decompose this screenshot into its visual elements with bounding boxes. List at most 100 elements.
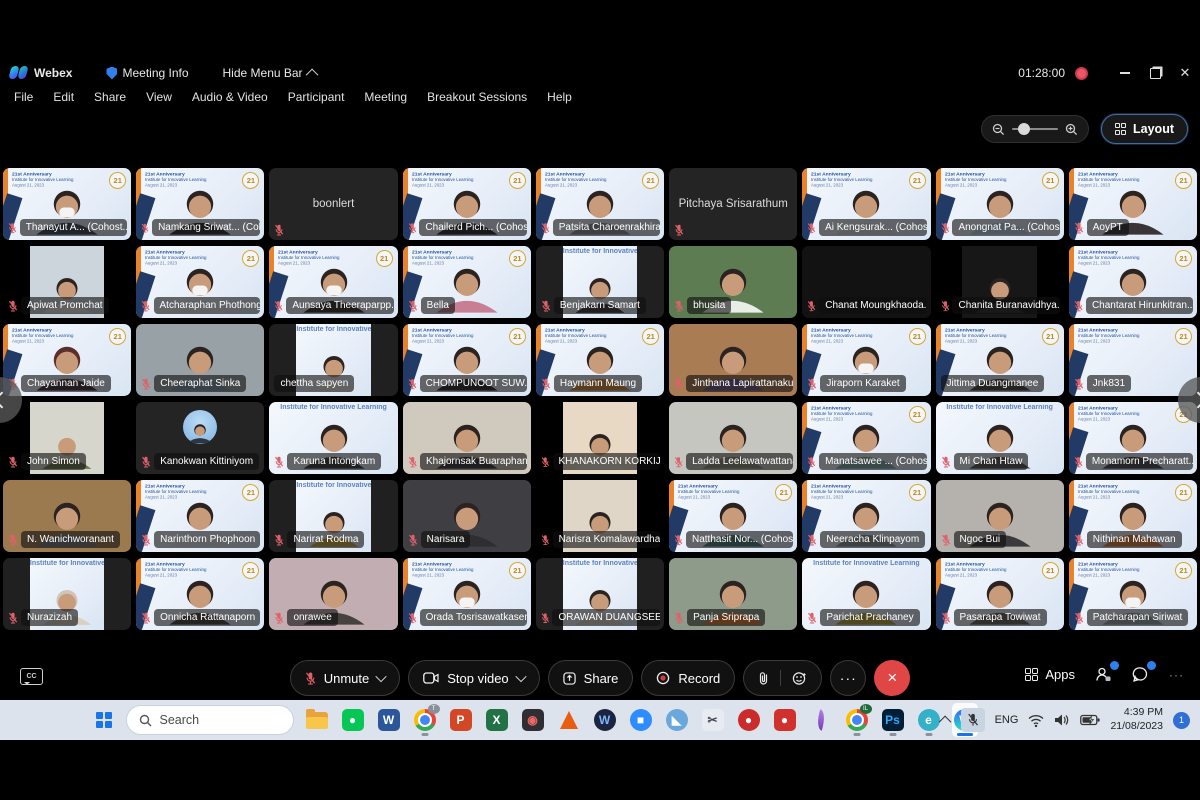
close-window-button[interactable]: ✕ (1170, 61, 1200, 85)
language-indicator[interactable]: ENG (995, 714, 1019, 726)
participant-tile[interactable]: 21st AnniversaryInstitute for Innovative… (536, 168, 664, 240)
chat-panel-button[interactable] (1132, 666, 1149, 683)
leave-meeting-button[interactable]: × (874, 660, 910, 696)
record-button[interactable]: Record (641, 660, 735, 696)
menu-edit[interactable]: Edit (43, 88, 84, 106)
participant-tile[interactable]: Chanita Buranavidhya... (936, 246, 1064, 318)
participant-tile[interactable]: bhusita (669, 246, 797, 318)
participants-panel-button[interactable] (1095, 666, 1112, 683)
zoom-slider-control[interactable] (981, 115, 1089, 143)
tray-muted-mic-icon[interactable] (961, 708, 985, 732)
taskbar-webex-dark-icon[interactable]: W (592, 703, 618, 737)
zoom-slider-track[interactable] (1012, 128, 1058, 130)
participant-tile[interactable]: 21st AnniversaryInstitute for Innovative… (936, 168, 1064, 240)
notification-count-badge[interactable]: 1 (1173, 712, 1190, 729)
participant-tile[interactable]: 21st AnniversaryInstitute for Innovative… (136, 168, 264, 240)
participant-tile[interactable]: 21st AnniversaryInstitute for Innovative… (1069, 168, 1197, 240)
participant-tile[interactable]: Institute for Innovative LearningBenjaka… (536, 246, 664, 318)
taskbar-vlc-icon[interactable] (556, 703, 582, 737)
participant-tile[interactable]: Institute for Innovative LearningNuraziz… (3, 558, 131, 630)
restore-button[interactable] (1140, 61, 1170, 85)
participant-tile[interactable]: Panja Sriprapa (669, 558, 797, 630)
participant-tile[interactable]: 21st AnniversaryInstitute for Innovative… (802, 324, 930, 396)
participant-tile[interactable]: 21st AnniversaryInstitute for Innovative… (1069, 480, 1197, 552)
layout-button[interactable]: Layout (1101, 114, 1188, 144)
participant-tile[interactable]: 21st AnniversaryInstitute for Innovative… (802, 402, 930, 474)
participant-tile[interactable]: 21st AnniversaryInstitute for Innovative… (136, 246, 264, 318)
taskbar-quill-app-icon[interactable] (808, 703, 834, 737)
participant-tile[interactable]: Khajornsak Buaraphan (403, 402, 531, 474)
unmute-button[interactable]: Unmute (290, 660, 401, 696)
taskbar-edge-icon[interactable]: e (916, 703, 942, 737)
taskbar-photoshop-icon[interactable]: Ps (880, 703, 906, 737)
participant-tile[interactable]: Institute for Innovative LearningORAWAN … (536, 558, 664, 630)
reactions-smiley-icon[interactable] (792, 671, 807, 686)
participant-tile[interactable]: 21st AnniversaryInstitute for Innovative… (3, 324, 131, 396)
zoom-in-icon[interactable] (1065, 123, 1078, 136)
participant-tile[interactable]: 21st AnniversaryInstitute for Innovative… (3, 168, 131, 240)
participant-tile[interactable]: Institute for Innovative LearningNarirat… (269, 480, 397, 552)
taskbar-adobe-cc-icon[interactable]: ◉ (520, 703, 546, 737)
participant-tile[interactable]: 21st AnniversaryInstitute for Innovative… (1069, 324, 1197, 396)
volume-icon[interactable] (1054, 713, 1070, 727)
zoom-out-icon[interactable] (992, 123, 1005, 136)
menu-meeting[interactable]: Meeting (354, 88, 417, 106)
participant-tile[interactable]: Narisara (403, 480, 531, 552)
taskbar-clock[interactable]: 4:39 PM21/08/2023 (1110, 706, 1163, 733)
taskbar-file-explorer-icon[interactable] (304, 703, 330, 737)
taskbar-zoom-icon[interactable]: ■ (628, 703, 654, 737)
participant-tile[interactable]: onrawee (269, 558, 397, 630)
chevron-down-icon[interactable] (515, 671, 526, 682)
participant-tile[interactable]: 21st AnniversaryInstitute for Innovative… (802, 480, 930, 552)
taskbar-photos-icon[interactable]: ◣ (664, 703, 690, 737)
participant-tile[interactable]: 21st AnniversaryInstitute for Innovative… (669, 480, 797, 552)
stop-video-button[interactable]: Stop video (408, 660, 539, 696)
participant-tile[interactable]: Jinthana Lapirattanakul (669, 324, 797, 396)
zoom-slider-knob[interactable] (1018, 123, 1030, 135)
participant-tile[interactable]: Cheeraphat Sinka (136, 324, 264, 396)
menu-participant[interactable]: Participant (278, 88, 355, 106)
participant-tile[interactable]: 21st AnniversaryInstitute for Innovative… (936, 324, 1064, 396)
participant-tile[interactable]: 21st AnniversaryInstitute for Innovative… (269, 246, 397, 318)
participant-tile[interactable]: 21st AnniversaryInstitute for Innovative… (1069, 402, 1197, 474)
taskbar-excel-icon[interactable]: X (484, 703, 510, 737)
participant-tile[interactable]: Narisra Komalawardha... (536, 480, 664, 552)
participant-tile[interactable]: Ladda Leelawatwattana (669, 402, 797, 474)
taskbar-search-input[interactable]: Search (126, 705, 294, 735)
taskbar-chrome-profile-icon[interactable]: IL (844, 703, 870, 737)
participant-tile[interactable]: Institute for Innovative LearningParicha… (802, 558, 930, 630)
participant-tile[interactable]: Apiwat Promchat (3, 246, 131, 318)
menu-help[interactable]: Help (537, 88, 582, 106)
chevron-down-icon[interactable] (376, 671, 387, 682)
participant-tile[interactable]: 21st AnniversaryInstitute for Innovative… (1069, 558, 1197, 630)
taskbar-broadcast-icon[interactable]: ● (772, 703, 798, 737)
participant-tile[interactable]: Institute for Innovative LearningMi Chan… (936, 402, 1064, 474)
participant-tile[interactable]: N. Wanichworanant (3, 480, 131, 552)
taskbar-powerpoint-icon[interactable]: P (448, 703, 474, 737)
participant-tile[interactable]: Institute for Innovative LearningKaruna … (269, 402, 397, 474)
apps-button[interactable]: Apps (1025, 667, 1075, 682)
participant-tile[interactable]: 21st AnniversaryInstitute for Innovative… (1069, 246, 1197, 318)
participant-tile[interactable]: Institute for Innovative Learningchettha… (269, 324, 397, 396)
menu-share[interactable]: Share (84, 88, 136, 106)
participant-tile[interactable]: boonlert (269, 168, 397, 240)
participant-tile[interactable]: John Simon (3, 402, 131, 474)
participant-tile[interactable]: 21st AnniversaryInstitute for Innovative… (536, 324, 664, 396)
taskbar-line-icon[interactable]: ● (340, 703, 366, 737)
participant-tile[interactable]: 21st AnniversaryInstitute for Innovative… (936, 558, 1064, 630)
menu-audio-video[interactable]: Audio & Video (182, 88, 278, 106)
hide-menu-bar-button[interactable]: Hide Menu Bar (223, 66, 318, 80)
participant-tile[interactable]: Kanokwan Kittiniyom (136, 402, 264, 474)
minimize-button[interactable] (1110, 61, 1140, 85)
participant-tile[interactable]: 21st AnniversaryInstitute for Innovative… (136, 558, 264, 630)
participant-tile[interactable]: Pitchaya Srisarathum (669, 168, 797, 240)
taskbar-word-icon[interactable]: W (376, 703, 402, 737)
battery-icon[interactable] (1080, 714, 1100, 726)
participant-tile[interactable]: 21st AnniversaryInstitute for Innovative… (403, 246, 531, 318)
participant-tile[interactable]: 21st AnniversaryInstitute for Innovative… (403, 324, 531, 396)
taskbar-chrome-icon[interactable]: T (412, 703, 438, 737)
taskbar-snipping-tool-icon[interactable]: ✂ (700, 703, 726, 737)
share-button[interactable]: Share (548, 660, 634, 696)
overflow-dots[interactable]: ··· (1169, 668, 1184, 682)
taskbar-screen-recorder-icon[interactable]: ● (736, 703, 762, 737)
